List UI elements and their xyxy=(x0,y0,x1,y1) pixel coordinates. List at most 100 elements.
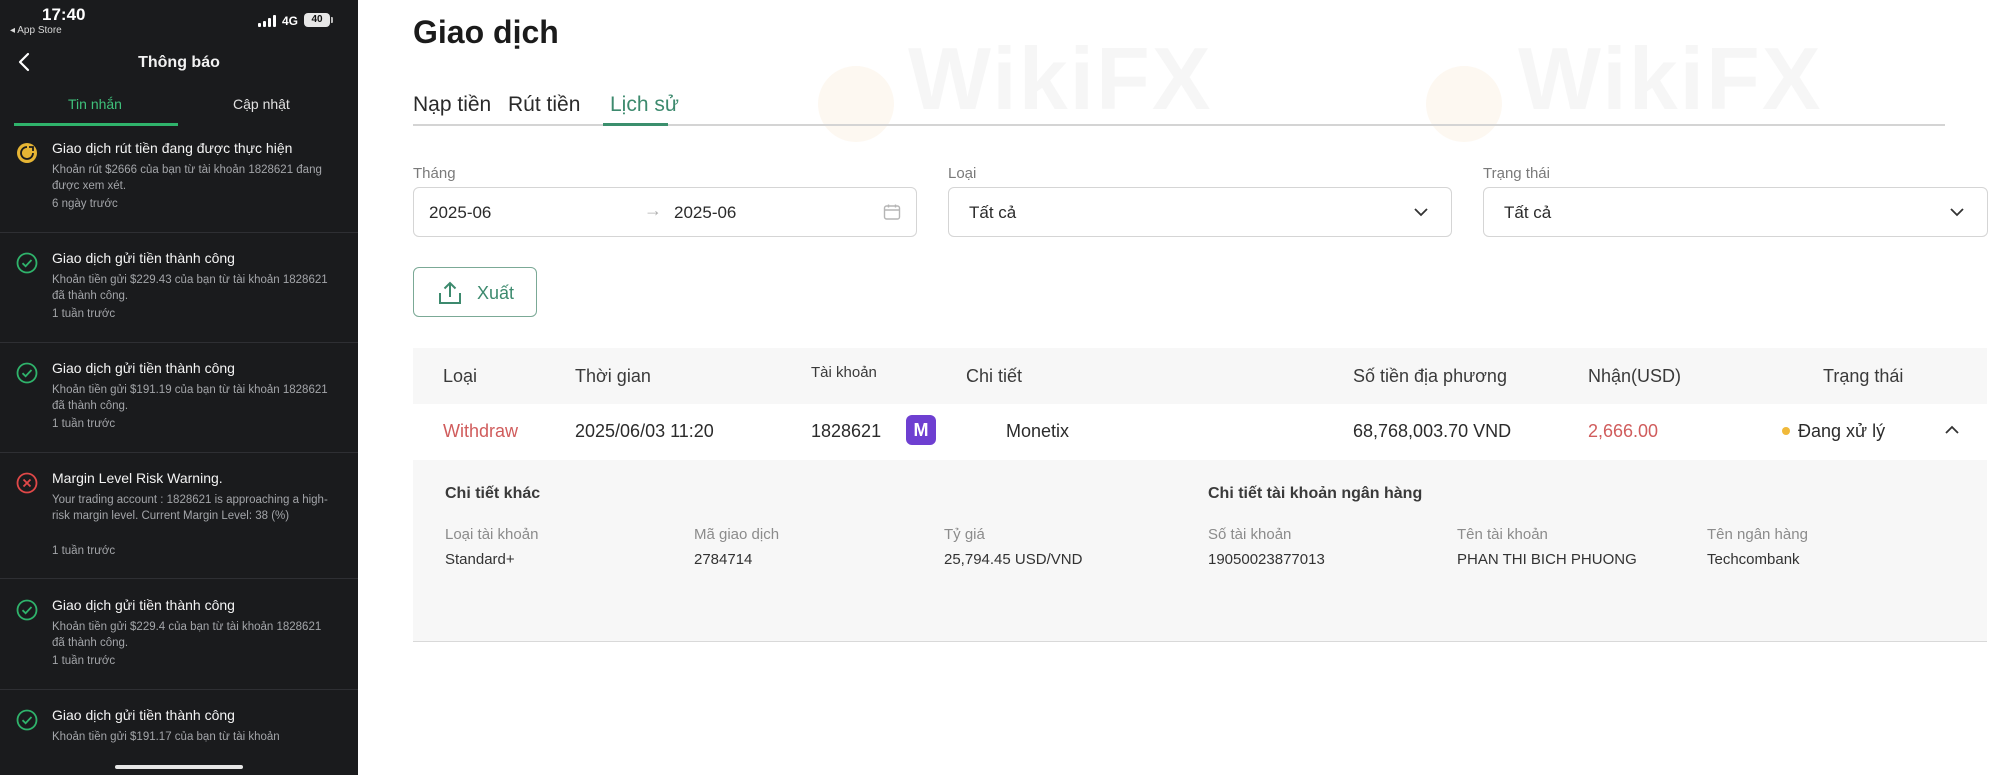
notification-body: Khoản tiền gửi $229.4 của bạn từ tài kho… xyxy=(52,621,322,649)
notification-page-title: Thông báo xyxy=(138,54,220,71)
table-header: Loại Thời gian Tài khoản Chi tiết Số tiề… xyxy=(413,348,1987,404)
row-detail: Monetix xyxy=(1006,421,1070,441)
detail-label-transaction-id: Mã giao dịch xyxy=(694,526,780,543)
network-type: 4G xyxy=(282,14,299,28)
detail-label-account-name: Tên tài khoản xyxy=(1457,526,1548,543)
month-to-value[interactable]: 2025-06 xyxy=(674,203,736,223)
monetix-logo-icon: M xyxy=(906,415,936,445)
success-check-icon xyxy=(16,599,38,621)
notification-body: Khoản tiền gửi $191.17 của bạn từ tài kh… xyxy=(52,731,280,743)
screenshot-root: 17:40 ◂ App Store 4G 40 Thông báo Tin nh… xyxy=(0,0,2000,775)
status-filter-label: Trạng thái xyxy=(1483,165,1550,182)
chevron-up-icon[interactable] xyxy=(1944,424,1960,436)
tab-withdraw[interactable]: Rút tiền xyxy=(508,93,580,117)
success-check-icon xyxy=(16,252,38,274)
column-header-local-amount: Số tiền địa phương xyxy=(1353,366,1507,386)
detail-value-account-type: Standard+ xyxy=(445,551,515,568)
notification-time: 6 ngày trước xyxy=(52,198,118,210)
tab-history[interactable]: Lịch sử xyxy=(610,93,679,117)
notification-tabs: Tin nhắn Cập nhật xyxy=(14,92,342,126)
back-to-app-store-link[interactable]: ◂ App Store xyxy=(10,25,62,36)
calendar-icon[interactable] xyxy=(882,202,902,222)
notification-time: 1 tuần trước xyxy=(52,545,116,557)
type-filter-label: Loại xyxy=(948,165,977,182)
active-tab-indicator xyxy=(14,123,178,126)
row-account: 1828621 xyxy=(811,421,882,441)
chevron-down-icon xyxy=(1414,208,1428,217)
export-button[interactable]: Xuất xyxy=(413,267,537,317)
table-row[interactable]: Withdraw 2025/06/03 11:20 1828621 M Mone… xyxy=(413,404,1987,460)
status-bar: 17:40 ◂ App Store 4G 40 xyxy=(0,0,358,38)
detail-value-exchange-rate: 25,794.45 USD/VND xyxy=(944,551,1083,568)
notification-divider xyxy=(0,452,358,453)
notification-time: 1 tuần trước xyxy=(52,418,116,430)
row-received-usd: 2,666.00 xyxy=(1588,421,1659,441)
column-header-status: Trạng thái xyxy=(1823,366,1904,386)
status-select-value: Tất cả xyxy=(1504,203,1552,222)
notification-divider xyxy=(0,232,358,233)
export-label: Xuất xyxy=(477,283,515,303)
status-dot-icon xyxy=(1782,427,1790,435)
range-arrow: → xyxy=(644,200,662,220)
notification-body: Khoản tiền gửi $191.19 của bạn từ tài kh… xyxy=(52,384,328,412)
type-select[interactable]: Tất cả xyxy=(948,187,1452,237)
tab-messages[interactable]: Tin nhắn xyxy=(68,96,122,112)
signal-icon xyxy=(258,15,278,27)
notification-body: Khoản rút $2666 của bạn từ tài khoản 182… xyxy=(52,164,322,192)
detail-label-exchange-rate: Tỷ giá xyxy=(944,526,985,543)
column-header-received-usd: Nhận(USD) xyxy=(1588,366,1682,386)
notification-divider xyxy=(0,578,358,579)
home-indicator xyxy=(115,765,243,769)
warning-x-icon xyxy=(16,472,38,494)
month-from-value[interactable]: 2025-06 xyxy=(429,203,491,223)
detail-label-account-type: Loại tài khoản xyxy=(445,526,539,543)
column-header-type: Loại xyxy=(443,366,478,386)
column-header-time: Thời gian xyxy=(575,366,651,386)
status-select[interactable]: Tất cả xyxy=(1483,187,1988,237)
notification-item[interactable]: Giao dịch gửi tiền thành công Khoản tiền… xyxy=(14,699,344,759)
detail-value-transaction-id: 2784714 xyxy=(694,551,753,568)
tab-deposit[interactable]: Nạp tiền xyxy=(413,93,491,117)
column-header-account: Tài khoản xyxy=(811,364,877,381)
transaction-tabs: Nạp tiền Rút tiền Lịch sử xyxy=(413,90,1945,126)
detail-value-bank-name: Techcombank xyxy=(1707,551,1800,568)
notification-title: Giao dịch rút tiền đang được thực hiện xyxy=(52,140,293,156)
notification-item[interactable]: Giao dịch gửi tiền thành công Khoản tiền… xyxy=(0,242,358,343)
notification-divider xyxy=(0,689,358,690)
notification-time: 1 tuần trước xyxy=(52,308,116,320)
export-upload-icon xyxy=(439,281,461,304)
notification-divider xyxy=(0,342,358,343)
column-header-detail: Chi tiết xyxy=(966,366,1023,386)
notification-title: Giao dịch gửi tiền thành công xyxy=(52,597,235,613)
row-time: 2025/06/03 11:20 xyxy=(575,421,714,441)
detail-value-account-name: PHAN THI BICH PHUONG xyxy=(1457,551,1637,568)
success-check-icon xyxy=(16,709,38,731)
type-select-value: Tất cả xyxy=(969,203,1017,222)
detail-label-bank-name: Tên ngân hàng xyxy=(1707,526,1808,543)
notification-item[interactable]: Giao dịch rút tiền đang được thực hiện K… xyxy=(0,132,358,233)
notification-title: Giao dịch gửi tiền thành công xyxy=(52,250,235,266)
notification-nav-bar: Thông báo xyxy=(0,46,358,80)
detail-label-bank-account-number: Số tài khoản xyxy=(1208,526,1292,543)
tab-updates[interactable]: Cập nhật xyxy=(233,96,290,112)
notification-item[interactable]: Margin Level Risk Warning. Your trading … xyxy=(0,462,358,582)
phone-notification-panel: 17:40 ◂ App Store 4G 40 Thông báo Tin nh… xyxy=(0,0,358,775)
notification-title: Margin Level Risk Warning. xyxy=(52,470,223,486)
status-time: 17:40 xyxy=(42,5,86,24)
success-check-icon xyxy=(16,362,38,384)
notification-item[interactable]: Giao dịch gửi tiền thành công Khoản tiền… xyxy=(0,589,358,690)
notification-item[interactable]: Giao dịch gửi tiền thành công Khoản tiền… xyxy=(0,352,358,453)
other-details-title: Chi tiết khác xyxy=(445,485,541,502)
month-filter-label: Tháng xyxy=(413,165,456,182)
transactions-page: WikiFX WikiFX WikiFX WikiFX Giao dịch Nạ… xyxy=(358,0,2000,775)
pending-withdraw-icon xyxy=(17,143,37,163)
row-type: Withdraw xyxy=(443,421,519,441)
chevron-down-icon xyxy=(1950,208,1964,217)
month-range-picker[interactable]: 2025-06 → 2025-06 xyxy=(413,187,917,237)
active-tab-indicator xyxy=(603,123,668,126)
notification-body: Khoản tiền gửi $229.43 của bạn từ tài kh… xyxy=(52,274,328,302)
detail-value-bank-account-number: 19050023877013 xyxy=(1208,551,1325,568)
bank-details-title: Chi tiết tài khoản ngân hàng xyxy=(1208,485,1423,502)
row-status: Đang xử lý xyxy=(1798,421,1886,441)
row-local-amount: 68,768,003.70 VND xyxy=(1353,421,1512,441)
